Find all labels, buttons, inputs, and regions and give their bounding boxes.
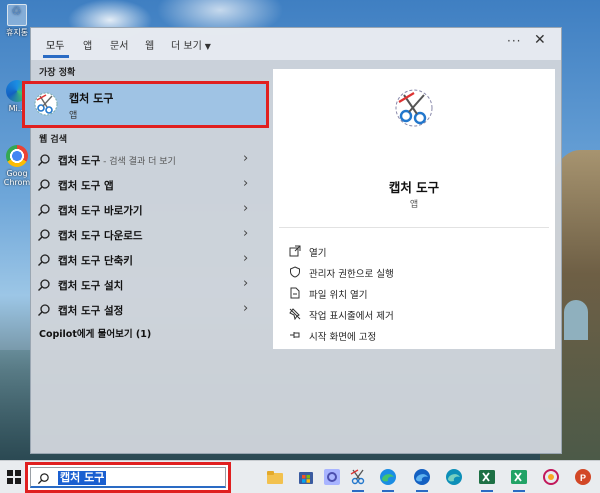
more-options-button[interactable]: ··· [507, 34, 521, 48]
chrome-icon [6, 145, 28, 167]
chevron-right-icon: › [243, 201, 249, 216]
file-location-icon [290, 287, 300, 299]
chevron-right-icon: › [243, 251, 249, 266]
chevron-right-icon: › [243, 151, 249, 166]
search-icon [38, 279, 50, 291]
web-result-item[interactable]: 캡처 도구 단축키 › [31, 248, 271, 272]
desktop-icon-label: 휴지통 [5, 28, 29, 37]
taskbar: 캡처 도구 P [0, 460, 600, 493]
scope-bar: 모두 앱 문서 웹 더 보기 ▼ ··· ✕ [31, 28, 561, 60]
file-explorer-icon[interactable] [266, 468, 284, 486]
active-tab-indicator [43, 55, 69, 58]
action-label: 열기 [309, 248, 327, 259]
best-match-name: 캡처 도구 [69, 92, 114, 105]
search-app-icon[interactable] [542, 468, 560, 486]
chevron-right-icon: › [243, 276, 249, 291]
web-result-item[interactable]: 캡처 도구 - 검색 결과 더 보기 › [31, 148, 271, 172]
search-field[interactable]: 캡처 도구 [30, 467, 226, 488]
excel-icon[interactable] [510, 468, 528, 492]
windows-logo-icon [15, 478, 21, 484]
store-icon[interactable] [297, 468, 315, 486]
tab-more-label: 더 보기 [171, 41, 202, 52]
excel-icon[interactable] [478, 468, 496, 492]
search-icon [38, 304, 50, 316]
copilot-ask-link[interactable]: Copilot에게 물어보기 (1) [39, 326, 151, 340]
edge-dev-icon[interactable] [445, 468, 463, 486]
best-match-type: 앱 [69, 111, 78, 121]
web-result-item[interactable]: 캡처 도구 앱 › [31, 173, 271, 197]
tab-documents[interactable]: 문서 [110, 37, 128, 52]
web-search-heading: 웹 검색 [39, 135, 67, 145]
unpin-icon [289, 308, 301, 320]
web-result-label: 캡처 도구 바로가기 [58, 205, 143, 217]
desktop-icon-recycle-bin[interactable]: 휴지통 [2, 4, 32, 37]
recycle-bin-icon [7, 4, 27, 26]
chevron-down-icon: ▼ [204, 42, 211, 51]
web-result-label: 캡처 도구 설치 [58, 280, 124, 292]
wallpaper-arch [564, 300, 588, 340]
divider [279, 227, 549, 228]
admin-shield-icon [290, 266, 300, 278]
tab-more[interactable]: 더 보기 ▼ [171, 37, 211, 52]
windows-logo-icon [7, 470, 13, 476]
open-icon [289, 245, 301, 257]
best-match-heading: 가장 정확 [39, 68, 76, 78]
windows-start-button[interactable] [7, 470, 21, 484]
settings-icon[interactable] [323, 468, 341, 486]
chevron-right-icon: › [243, 301, 249, 316]
detail-app-name: 캡처 도구 [388, 180, 440, 195]
web-result-label: 캡처 도구 앱 [58, 180, 114, 192]
svg-text:P: P [580, 473, 586, 483]
windows-logo-icon [7, 478, 13, 484]
search-icon [38, 154, 50, 166]
search-icon [38, 254, 50, 266]
tab-web[interactable]: 웹 [145, 37, 154, 52]
snipping-tool-icon[interactable] [349, 468, 367, 492]
web-result-item[interactable]: 캡처 도구 바로가기 › [31, 198, 271, 222]
chevron-right-icon: › [243, 226, 249, 241]
search-icon [37, 473, 49, 485]
snipping-tool-icon [34, 92, 58, 116]
web-result-label: 캡처 도구 다운로드 [58, 230, 143, 242]
web-result-label: 캡처 도구 설정 [58, 305, 124, 317]
search-panel: 모두 앱 문서 웹 더 보기 ▼ ··· ✕ 가장 정확 캡처 도구 앱 웹 검색… [22, 27, 562, 454]
chevron-right-icon: › [243, 176, 249, 191]
web-result-sub: - 검색 결과 더 보기 [100, 157, 176, 167]
snipping-tool-icon [395, 89, 433, 127]
tab-apps[interactable]: 앱 [83, 37, 92, 52]
search-icon [38, 204, 50, 216]
close-button[interactable]: ✕ [534, 32, 546, 48]
action-label: 파일 위치 열기 [309, 290, 368, 301]
detail-pane: 캡처 도구 앱 열기 관리자 권한으로 실행 파일 위치 열기 작업 표시줄에서… [273, 69, 555, 349]
web-result-item[interactable]: 캡처 도구 설정 › [31, 298, 271, 322]
action-label: 시작 화면에 고정 [309, 332, 377, 343]
edge-icon[interactable] [379, 468, 397, 492]
detail-app-type: 앱 [409, 200, 419, 210]
action-label: 관리자 권한으로 실행 [309, 269, 394, 280]
search-icon [38, 229, 50, 241]
search-icon [38, 179, 50, 191]
action-label: 작업 표시줄에서 제거 [309, 311, 394, 322]
edge-beta-icon[interactable] [413, 468, 431, 492]
web-result-label: 캡처 도구 단축키 [58, 255, 133, 267]
web-result-item[interactable]: 캡처 도구 설치 › [31, 273, 271, 297]
windows-logo-icon [15, 470, 21, 476]
pin-icon [290, 332, 300, 338]
desktop-icon-chrome[interactable]: Goog Chrom [2, 145, 32, 187]
web-result-label: 캡처 도구 [58, 155, 101, 167]
web-result-item[interactable]: 캡처 도구 다운로드 › [31, 223, 271, 247]
tab-all[interactable]: 모두 [46, 37, 64, 52]
taskbar-search-input[interactable]: 캡처 도구 [25, 462, 231, 493]
desktop-icon-label: Goog Chrom [3, 169, 31, 187]
search-query-text: 캡처 도구 [58, 471, 107, 485]
best-match-item[interactable]: 캡처 도구 앱 [22, 81, 269, 128]
powerpoint-icon[interactable]: P [574, 468, 592, 486]
